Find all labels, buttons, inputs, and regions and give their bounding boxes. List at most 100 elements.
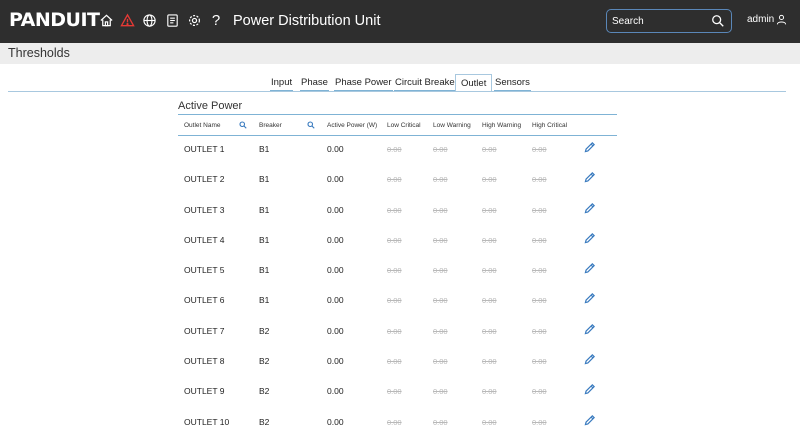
tab-phase-power[interactable]: Phase Power [334, 74, 393, 91]
threshold-tabs: Input Phase Phase Power Circuit Breaker … [0, 74, 800, 92]
app-title: Power Distribution Unit [233, 13, 381, 29]
search-icon[interactable] [711, 14, 725, 28]
active-power: 0.00 [327, 416, 344, 427]
globe-icon[interactable] [141, 12, 157, 28]
settings-icon[interactable] [186, 12, 202, 28]
home-icon[interactable] [98, 12, 114, 28]
outlet-name: OUTLET 2 [184, 174, 225, 185]
breaker: B1 [259, 174, 270, 185]
tab-sensors[interactable]: Sensors [494, 74, 531, 91]
pencil-icon[interactable] [583, 323, 596, 336]
column-active-power[interactable]: Active Power (W) [327, 122, 377, 129]
high-critical: 0.00 [532, 235, 547, 245]
low-warning: 0.00 [433, 296, 448, 306]
high-warning: 0.00 [482, 417, 497, 427]
table-row: OUTLET 2 B1 0.00 0.00 0.00 0.00 0.00 [178, 166, 617, 196]
low-warning: 0.00 [433, 235, 448, 245]
alarm-icon[interactable] [119, 12, 135, 28]
column-low-critical[interactable]: Low Critical [387, 122, 421, 129]
table-row: OUTLET 9 B2 0.00 0.00 0.00 0.00 0.00 [178, 378, 617, 408]
pencil-icon[interactable] [583, 353, 596, 366]
outlet-name: OUTLET 8 [184, 356, 225, 367]
pencil-icon[interactable] [583, 141, 596, 154]
low-warning: 0.00 [433, 326, 448, 336]
user-menu[interactable]: admin [747, 14, 787, 25]
pencil-icon[interactable] [583, 232, 596, 245]
outlet-name: OUTLET 7 [184, 325, 225, 336]
high-warning: 0.00 [482, 266, 497, 276]
tab-phase[interactable]: Phase [300, 74, 329, 91]
low-warning: 0.00 [433, 387, 448, 397]
table-row: OUTLET 5 B1 0.00 0.00 0.00 0.00 0.00 [178, 257, 617, 287]
log-icon[interactable] [164, 12, 180, 28]
active-power: 0.00 [327, 144, 344, 154]
outlet-name: OUTLET 5 [184, 265, 225, 276]
high-critical: 0.00 [532, 326, 547, 336]
breaker: B2 [259, 416, 270, 427]
high-warning: 0.00 [482, 145, 497, 154]
table-row: OUTLET 6 B1 0.00 0.00 0.00 0.00 0.00 [178, 287, 617, 317]
tab-label: Circuit Breaker [394, 74, 459, 91]
pencil-icon[interactable] [583, 383, 596, 396]
search-icon[interactable] [239, 121, 247, 129]
tab-outlet[interactable]: Outlet [455, 74, 493, 92]
low-critical: 0.00 [387, 326, 402, 336]
column-low-warning[interactable]: Low Warning [433, 122, 471, 129]
outlet-name: OUTLET 4 [184, 234, 225, 245]
high-warning: 0.00 [482, 235, 497, 245]
search-input[interactable] [612, 13, 708, 29]
active-power: 0.00 [327, 174, 344, 185]
low-critical: 0.00 [387, 266, 402, 276]
column-high-critical[interactable]: High Critical [532, 122, 567, 129]
table-row: OUTLET 7 B2 0.00 0.00 0.00 0.00 0.00 [178, 318, 617, 348]
table-row: OUTLET 10 B2 0.00 0.00 0.00 0.00 0.00 [178, 409, 617, 439]
high-critical: 0.00 [532, 387, 547, 397]
tab-input[interactable]: Input [270, 74, 294, 91]
user-icon[interactable] [776, 14, 787, 25]
outlet-name: OUTLET 6 [184, 295, 225, 306]
help-icon[interactable]: ? [208, 12, 224, 29]
outlet-name: OUTLET 9 [184, 386, 225, 397]
tab-circuit-breaker[interactable]: Circuit Breaker [394, 74, 459, 91]
outlet-name: OUTLET 3 [184, 204, 225, 215]
breaker: B1 [259, 204, 270, 215]
table-row: OUTLET 3 B1 0.00 0.00 0.00 0.00 0.00 [178, 197, 617, 227]
pencil-icon[interactable] [583, 292, 596, 305]
tab-label: Sensors [494, 74, 531, 91]
column-high-warning[interactable]: High Warning [482, 122, 521, 129]
high-warning: 0.00 [482, 326, 497, 336]
search-box[interactable] [606, 9, 732, 33]
low-critical: 0.00 [387, 235, 402, 245]
column-breaker[interactable]: Breaker [259, 122, 282, 129]
low-warning: 0.00 [433, 417, 448, 427]
low-critical: 0.00 [387, 175, 402, 185]
breaker: B1 [259, 295, 270, 306]
low-critical: 0.00 [387, 296, 402, 306]
panduit-logo[interactable]: PANDUIT [9, 9, 100, 31]
low-critical: 0.00 [387, 387, 402, 397]
tab-divider [8, 91, 786, 92]
breaker: B2 [259, 386, 270, 397]
active-power: 0.00 [327, 386, 344, 397]
pencil-icon[interactable] [583, 202, 596, 215]
outlet-name: OUTLET 10 [184, 416, 230, 427]
low-warning: 0.00 [433, 205, 448, 215]
high-warning: 0.00 [482, 357, 497, 367]
tab-label: Phase Power [334, 74, 393, 91]
low-critical: 0.00 [387, 145, 402, 154]
column-outlet-name[interactable]: Outlet Name [184, 122, 221, 129]
pencil-icon[interactable] [583, 414, 596, 427]
pencil-icon[interactable] [583, 262, 596, 275]
search-icon[interactable] [307, 121, 315, 129]
high-warning: 0.00 [482, 175, 497, 185]
page-title: Thresholds [8, 46, 70, 60]
user-name[interactable]: admin [747, 14, 774, 25]
pencil-icon[interactable] [583, 171, 596, 184]
low-critical: 0.00 [387, 417, 402, 427]
low-critical: 0.00 [387, 205, 402, 215]
breaker: B1 [259, 234, 270, 245]
table-header: Outlet Name Breaker Active Power (W) Low… [178, 114, 617, 136]
high-critical: 0.00 [532, 145, 547, 154]
table-row: OUTLET 8 B2 0.00 0.00 0.00 0.00 0.00 [178, 348, 617, 378]
high-warning: 0.00 [482, 387, 497, 397]
